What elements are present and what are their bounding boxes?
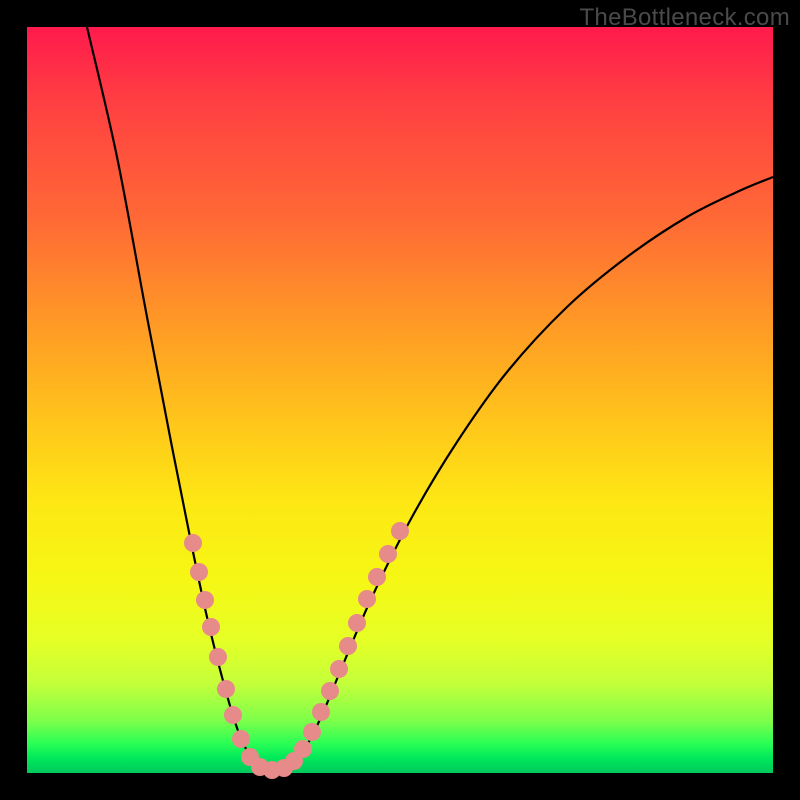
chart-svg — [27, 27, 773, 773]
data-point — [321, 682, 339, 700]
watermark-text: TheBottleneck.com — [579, 4, 790, 32]
data-point — [358, 590, 376, 608]
data-point — [303, 723, 321, 741]
data-point — [184, 534, 202, 552]
data-point — [339, 637, 357, 655]
chart-frame: TheBottleneck.com — [0, 0, 800, 800]
data-point — [196, 591, 214, 609]
data-point — [294, 740, 312, 758]
data-point — [209, 648, 227, 666]
plot-area — [27, 27, 773, 773]
data-point — [312, 703, 330, 721]
data-point — [348, 614, 366, 632]
data-point — [224, 706, 242, 724]
data-point — [379, 545, 397, 563]
data-point — [368, 568, 386, 586]
bottleneck-curve — [87, 27, 773, 770]
data-point — [232, 730, 250, 748]
data-point — [330, 660, 348, 678]
marker-group — [184, 522, 409, 779]
data-point — [190, 563, 208, 581]
data-point — [217, 680, 235, 698]
data-point — [391, 522, 409, 540]
data-point — [202, 618, 220, 636]
